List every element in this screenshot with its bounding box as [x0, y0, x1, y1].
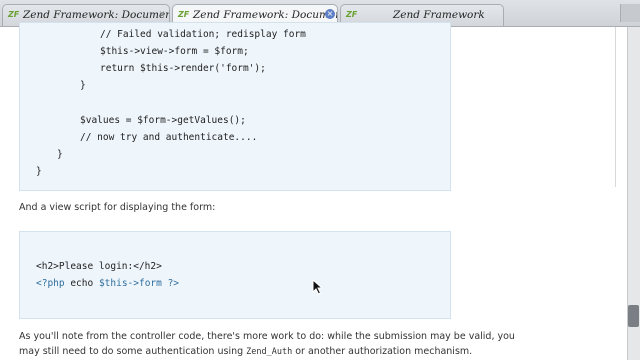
code-line: return $this->render('form');: [100, 63, 266, 74]
note-text: may still need to do some authentication…: [19, 346, 247, 357]
code-line: $this->view->form = $form;: [100, 46, 249, 57]
zf-favicon-icon: ZF: [346, 10, 358, 19]
window-corner: [620, 4, 640, 22]
php-echo: echo: [64, 278, 99, 289]
mouse-pointer-icon: [312, 279, 324, 295]
note-line-1: As you'll note from the controller code,…: [19, 331, 515, 342]
zf-favicon-icon: ZF: [178, 10, 190, 19]
note-line-2: may still need to do some authentication…: [19, 346, 472, 357]
tab-title: Zend Framework: [393, 9, 485, 21]
code-line: }: [80, 80, 86, 91]
code-line: // Failed validation; redisplay form: [100, 29, 306, 40]
php-open-tag: <?php: [36, 278, 65, 289]
code-line: // now try and authenticate....: [80, 132, 258, 143]
scrollbar-thumb[interactable]: [628, 305, 639, 327]
tab-title: Zend Framework: Documentation: [193, 9, 337, 21]
code-line: <?php echo $this->form ?>: [36, 278, 179, 289]
code-line: }: [57, 149, 63, 160]
php-close-tag: ?>: [161, 278, 180, 289]
zend-auth-link[interactable]: Zend_Auth: [246, 347, 292, 357]
code-line: }: [36, 166, 42, 177]
code-block-controller: // Failed validation; redisplay form $th…: [19, 22, 451, 191]
php-variable: $this->form: [98, 278, 162, 289]
code-line: <h2>Please login:</h2>: [36, 261, 162, 272]
code-line: $values = $form->getValues();: [80, 115, 246, 126]
note-text: or another authorization mechanism.: [292, 346, 473, 357]
tab-title: Zend Framework: Documentation: [23, 9, 169, 21]
code-block-view-script: <h2>Please login:</h2> <?php echo $this-…: [19, 231, 451, 319]
tab-close-icon[interactable]: ×: [325, 9, 335, 19]
page-divider: [615, 27, 616, 187]
zf-favicon-icon: ZF: [8, 10, 20, 19]
tab-close-icon[interactable]: ×: [157, 9, 167, 19]
view-script-intro: And a view script for displaying the for…: [19, 202, 216, 213]
